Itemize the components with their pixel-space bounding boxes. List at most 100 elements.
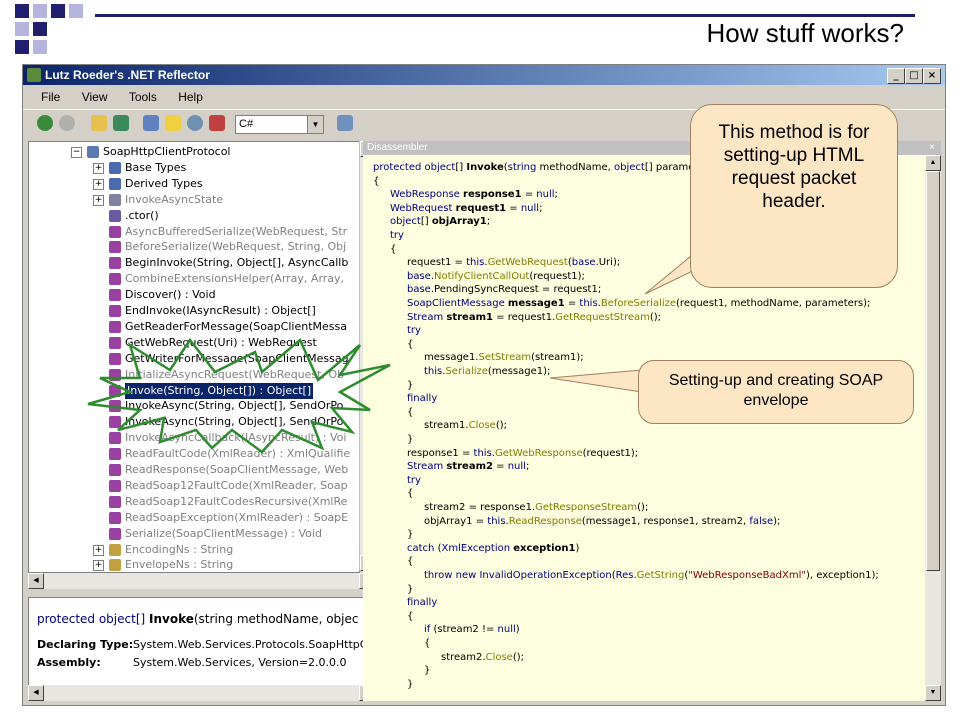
declaring-type-row: Declaring Type:System.Web.Services.Proto… <box>37 638 370 651</box>
code-token: (); <box>495 420 508 432</box>
method-icon <box>109 479 121 492</box>
forward-icon[interactable] <box>59 115 75 131</box>
refresh-icon[interactable] <box>113 115 129 131</box>
open-folder-icon[interactable] <box>91 115 107 131</box>
code-line: } <box>407 433 413 446</box>
tree-node[interactable]: InvokeAsync(String, Object[], SendOrPo <box>29 414 359 430</box>
tree-node[interactable]: InvokeAsync(String, Object[], SendOrPo <box>29 398 359 414</box>
code-token[interactable]: ReadResponse <box>509 516 582 527</box>
tree-node[interactable]: GetWebRequest(Uri) : WebRequest <box>29 335 359 351</box>
scroll-left-icon[interactable]: ◀ <box>28 573 44 589</box>
tree-node[interactable]: + InvokeAsyncState <box>29 192 359 208</box>
code-token: WebRequest <box>390 202 456 214</box>
scroll-up-icon[interactable]: ▲ <box>925 155 941 171</box>
code-token[interactable]: Close <box>469 420 496 431</box>
analyzer-icon[interactable] <box>209 115 225 131</box>
close-button[interactable]: × <box>923 68 941 84</box>
tree-node[interactable]: Discover() : Void <box>29 287 359 303</box>
tree-node[interactable]: ReadSoapException(XmlReader) : SoapE <box>29 510 359 526</box>
tree-node[interactable]: − SoapHttpClientProtocol <box>29 144 359 160</box>
back-icon[interactable] <box>37 115 53 131</box>
favorites-star-icon[interactable] <box>165 115 181 131</box>
tree-node[interactable]: GetWriterForMessage(SoapClientMessag <box>29 351 359 367</box>
base-types-icon <box>109 161 121 174</box>
tree-node[interactable]: Serialize(SoapClientMessage) : Void <box>29 526 359 542</box>
code-token[interactable]: SetStream <box>478 352 531 363</box>
close-icon[interactable]: × <box>929 141 935 155</box>
tree-node[interactable]: Invoke(String, Object[]) : Object[] <box>29 381 359 400</box>
scroll-down-icon[interactable]: ▼ <box>925 685 941 701</box>
expand-icon[interactable]: + <box>93 544 104 556</box>
options-icon[interactable] <box>337 115 353 131</box>
tree-node[interactable]: + EncodingNs : String <box>29 542 359 558</box>
tree-node[interactable]: ReadFaultCode(XmlReader) : XmlQualifie <box>29 446 359 462</box>
assembly-link[interactable]: System.Web.Services, Version=2.0.0.0 <box>133 656 347 669</box>
menu-file[interactable]: File <box>41 90 60 104</box>
chevron-down-icon[interactable]: ▼ <box>307 116 323 133</box>
search-icon[interactable] <box>187 115 203 131</box>
tree-horizontal-scrollbar[interactable]: ◀ ▶ <box>28 573 375 589</box>
code-token: object <box>614 162 645 173</box>
code-token[interactable]: Serialize <box>445 366 487 377</box>
code-token: finally <box>407 393 438 405</box>
code-token[interactable]: GetString <box>637 570 685 581</box>
tree-node[interactable]: CombineExtensionsHelper(Array, Array, <box>29 271 359 287</box>
deco-square <box>51 4 65 18</box>
scroll-left-icon[interactable]: ◀ <box>28 685 44 701</box>
code-token[interactable]: GetResponseStream <box>535 502 637 513</box>
code-token: null <box>497 624 516 636</box>
tree-node[interactable]: ReadSoap12FaultCodesRecursive(XmlRe <box>29 494 359 510</box>
tree-node[interactable]: BeforeSerialize(WebRequest, String, Obj <box>29 239 359 255</box>
code-vertical-scrollbar[interactable]: ▲ ▼ <box>925 155 941 701</box>
minimize-button[interactable]: _ <box>887 68 905 84</box>
code-line: SoapClientMessage message1 = this.Before… <box>407 297 870 310</box>
code-token: response1 <box>463 189 522 201</box>
tree-node-label: BeginInvoke(String, Object[], AsyncCallb <box>125 256 349 270</box>
maximize-button[interactable]: □ <box>905 68 923 84</box>
code-token: (request1, methodName, parameters); <box>676 298 871 309</box>
tree-node[interactable]: .ctor() <box>29 208 359 224</box>
code-token[interactable]: GetWebResponse <box>495 448 583 459</box>
code-token: XmlException <box>441 542 514 554</box>
tree-node[interactable]: BeginInvoke(String, Object[], AsyncCallb <box>29 255 359 271</box>
collapse-icon[interactable]: − <box>71 147 82 158</box>
method-icon <box>109 495 121 508</box>
tree-node[interactable]: + EnvelopeNs : String <box>29 557 359 572</box>
expand-icon[interactable]: + <box>93 162 104 174</box>
window-titlebar[interactable]: Lutz Roeder's .NET Reflector _ □ × <box>23 65 945 85</box>
tree-node[interactable]: GetReaderForMessage(SoapClientMessa <box>29 319 359 335</box>
expand-icon[interactable]: + <box>93 560 104 572</box>
code-token[interactable]: BeforeSerialize <box>601 298 676 309</box>
code-token[interactable]: NotifyClientCallOut <box>434 271 529 282</box>
declaring-type-link[interactable]: System.Web.Services.Protocols.SoapHttpCl <box>133 638 370 651</box>
tree-node[interactable]: ReadResponse(SoapClientMessage, Web <box>29 462 359 478</box>
code-token: null <box>507 461 526 473</box>
menu-help[interactable]: Help <box>178 90 203 104</box>
code-token: = <box>521 189 537 201</box>
tree-node-label: .ctor() <box>125 208 159 222</box>
menu-view[interactable]: View <box>82 90 108 104</box>
expand-icon[interactable]: + <box>93 178 104 190</box>
code-token[interactable]: Close <box>486 652 513 663</box>
tree-node[interactable]: ReadSoap12FaultCode(XmlReader, Soap <box>29 478 359 494</box>
menu-tools[interactable]: Tools <box>129 90 157 104</box>
help-search-icon[interactable] <box>143 115 159 131</box>
language-select[interactable]: C# ▼ <box>235 115 324 134</box>
tree-node[interactable]: + Base Types <box>29 160 359 176</box>
scroll-thumb[interactable] <box>926 171 940 571</box>
code-token[interactable]: GetWebRequest <box>488 257 568 268</box>
tree-node[interactable]: + Derived Types <box>29 176 359 192</box>
tree-node[interactable]: AsyncBufferedSerialize(WebRequest, Str <box>29 224 359 240</box>
code-token: { <box>407 556 414 568</box>
info-horizontal-scrollbar[interactable]: ◀ ▶ <box>28 685 375 701</box>
property-icon <box>109 559 121 572</box>
code-token[interactable]: GetRequestStream <box>555 312 650 323</box>
code-token: object <box>390 216 421 228</box>
tree-node[interactable]: InvokeAsyncCallback(IAsyncResult) : Voi <box>29 430 359 446</box>
signature-method: Invoke <box>149 612 194 626</box>
tree-node[interactable]: InitializeAsyncRequest(WebRequest, Ob <box>29 367 359 383</box>
tree-node[interactable]: EndInvoke(IAsyncResult) : Object[] <box>29 303 359 319</box>
code-line: catch (XmlException exception1) <box>407 542 579 555</box>
code-token: this <box>424 366 443 377</box>
expand-icon[interactable]: + <box>93 194 104 206</box>
